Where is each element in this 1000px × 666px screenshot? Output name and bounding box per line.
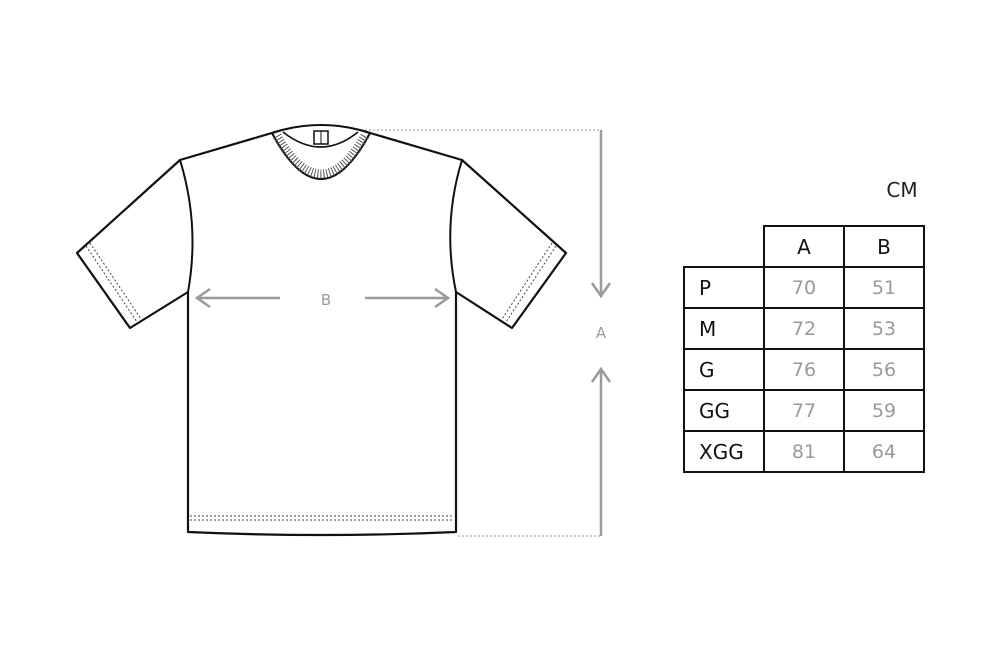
size-cell: P (683, 266, 765, 309)
table-row: G 76 56 (683, 348, 925, 391)
table-row: M 72 53 (683, 307, 925, 350)
value-a-cell: 76 (763, 348, 845, 391)
length-label: A (596, 324, 607, 342)
value-a-cell: 72 (763, 307, 845, 350)
value-b-cell: 56 (843, 348, 925, 391)
value-a-cell: 81 (763, 430, 845, 473)
column-header-b: B (843, 225, 925, 268)
table-row: XGG 81 64 (683, 430, 925, 473)
size-cell: G (683, 348, 765, 391)
value-b-cell: 51 (843, 266, 925, 309)
width-label: B (321, 291, 331, 309)
size-cell: GG (683, 389, 765, 432)
value-a-cell: 77 (763, 389, 845, 432)
unit-label: CM (886, 178, 918, 202)
left-sleeve-hem-stitch (85, 245, 138, 323)
left-armhole-seam (179, 159, 194, 293)
table-corner (684, 226, 764, 267)
column-header-a: A (763, 225, 845, 268)
size-cell: M (683, 307, 765, 350)
right-sleeve-hem-stitch (505, 245, 557, 323)
table-row: P 70 51 (683, 266, 925, 309)
size-table: A B P 70 51 M 72 53 G 76 56 GG 77 59 XGG… (683, 225, 925, 473)
table-row: GG 77 59 (683, 389, 925, 432)
value-a-cell: 70 (763, 266, 845, 309)
right-armhole-seam (449, 159, 463, 293)
table-header-row: A B (684, 225, 925, 268)
value-b-cell: 59 (843, 389, 925, 432)
value-b-cell: 53 (843, 307, 925, 350)
tshirt-outline (75, 128, 568, 537)
value-b-cell: 64 (843, 430, 925, 473)
size-cell: XGG (683, 430, 765, 473)
